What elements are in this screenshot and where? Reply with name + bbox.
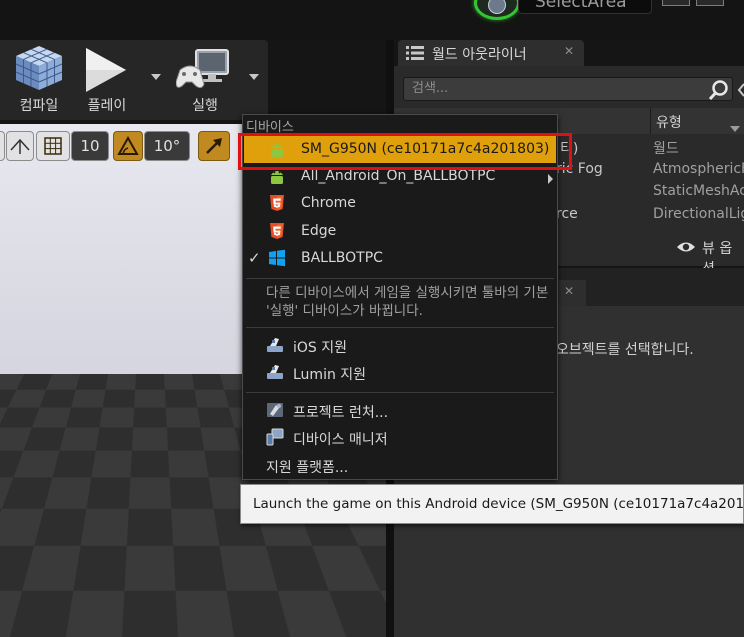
menu-item-label: Chrome (301, 195, 356, 211)
menu-item-ios-support[interactable]: iOS 지원 (244, 332, 556, 359)
submenu-chevron-right-icon (548, 174, 553, 184)
column-type-header[interactable]: 유형 (656, 112, 682, 132)
compile-cube-icon (15, 46, 63, 90)
surface-snap-button[interactable] (6, 131, 34, 161)
scale-snap-toggle[interactable] (198, 131, 230, 161)
launch-label: 실행 (192, 98, 218, 114)
close-icon[interactable]: ✕ (564, 284, 574, 298)
menu-item-supported-platforms[interactable]: 지원 플랫폼... (244, 452, 556, 479)
search-icon[interactable] (708, 79, 730, 101)
outliner-row-label[interactable]: rce (556, 206, 578, 222)
rotation-snap-toggle[interactable] (113, 131, 143, 161)
play-icon (86, 48, 126, 92)
outliner-row-type: 월드 (653, 141, 679, 157)
grid-icon (44, 137, 62, 155)
menu-item-label: iOS 지원 (293, 340, 348, 356)
world-outliner-title: 월드 아웃라이너 (432, 47, 527, 63)
menu-item-label: All_Android_On_BALLBOTPC (301, 168, 496, 184)
rotation-snap-value[interactable]: 10° (144, 131, 190, 161)
outliner-list-icon (406, 46, 424, 60)
select-area-field[interactable]: SelectArea (518, 0, 652, 14)
minimize-icon[interactable] (662, 0, 690, 6)
viewport-options-button[interactable] (0, 131, 5, 161)
outliner-row-type: DirectionalLig (653, 206, 744, 222)
menu-item-label: Edge (301, 223, 337, 239)
column-divider[interactable] (650, 108, 651, 134)
outliner-row-type: StaticMeshAc (653, 183, 744, 199)
maximize-icon[interactable] (696, 0, 724, 6)
play-button[interactable] (84, 46, 128, 94)
menu-divider (246, 278, 554, 279)
menu-item-device-manager[interactable]: 디바이스 매니저 (244, 424, 556, 451)
launch-options-chevron-down-icon[interactable] (249, 74, 259, 80)
platform-support-icon (267, 338, 283, 352)
menu-item-chrome[interactable]: Chrome (244, 190, 556, 217)
menu-item-label: BALLBOTPC (301, 250, 383, 266)
compile-button[interactable] (14, 44, 64, 92)
outliner-row-type: AtmosphericF (653, 161, 744, 177)
launch-button[interactable] (175, 48, 232, 92)
menu-item-label: 지원 플랫폼... (266, 460, 349, 476)
html5-icon (270, 223, 284, 239)
details-empty-text: 오브젝트를 선택합니다. (556, 342, 694, 358)
platform-support-icon (267, 365, 283, 379)
surface-snap-icon (10, 138, 30, 154)
tooltip: Launch the game on this Android device (… (240, 484, 744, 524)
menu-divider (246, 392, 554, 393)
html5-icon (270, 195, 284, 211)
view-options-chevron-icon[interactable] (736, 82, 744, 98)
menu-item-label: Lumin 지원 (293, 367, 367, 383)
grid-snap-toggle[interactable] (36, 131, 70, 161)
outliner-search-input[interactable]: 검색... (403, 77, 733, 101)
scale-arrow-icon (206, 138, 222, 154)
device-manager-icon (266, 428, 284, 446)
close-icon[interactable]: ✕ (564, 44, 574, 58)
grid-snap-value[interactable]: 10 (71, 131, 109, 161)
menu-item-ballbotpc[interactable]: ✓ BALLBOTPC (244, 245, 556, 272)
launch-monitor-gamepad-icon (175, 49, 229, 89)
project-launcher-icon (267, 403, 283, 417)
rotation-angle-icon (117, 135, 139, 155)
menu-item-lumin-support[interactable]: Lumin 지원 (244, 359, 556, 386)
menu-note: 다른 디바이스에서 게임을 실행시키면 툴바의 기본 '실행' 디바이스가 바뀝… (266, 285, 549, 319)
eye-icon (677, 242, 695, 252)
menu-item-edge[interactable]: Edge (244, 218, 556, 245)
column-sort-chevron-down-icon[interactable] (730, 126, 740, 132)
menu-item-project-launcher[interactable]: 프로젝트 런처... (244, 397, 556, 424)
play-options-chevron-down-icon[interactable] (151, 74, 161, 80)
menu-divider (246, 327, 554, 328)
play-label: 플레이 (87, 98, 127, 114)
menu-item-label: 디바이스 매니저 (293, 432, 388, 448)
annotation-highlight-box (238, 133, 572, 170)
windows-icon (269, 249, 285, 267)
menu-item-label: 프로젝트 런처... (293, 405, 389, 421)
check-icon: ✓ (248, 249, 261, 267)
